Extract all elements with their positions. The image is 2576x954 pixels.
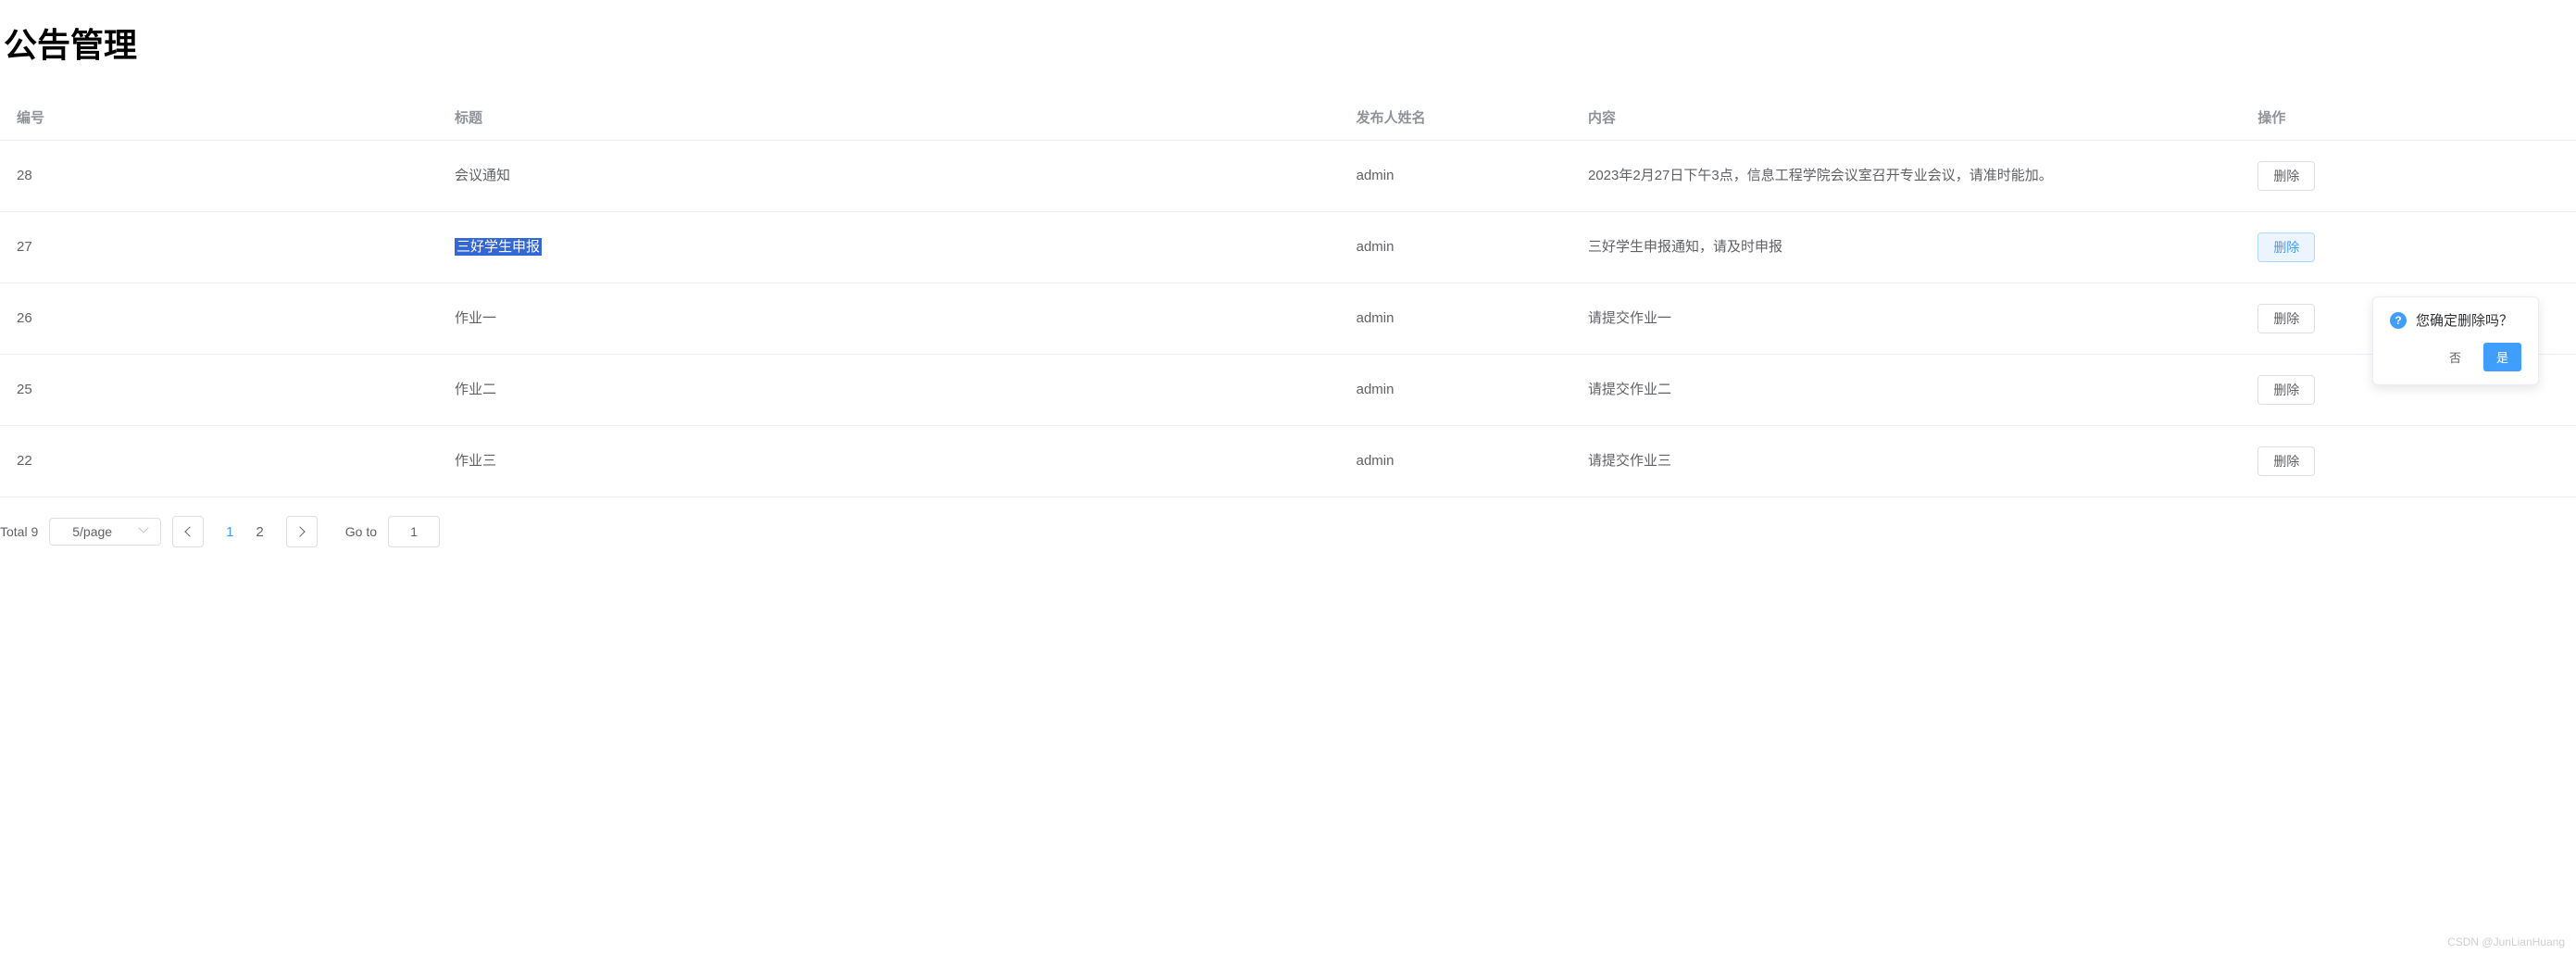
table-row: 22作业三admin请提交作业三删除 [0, 426, 2576, 497]
cell-publisher: admin [1340, 212, 1571, 283]
cell-title: 作业三 [438, 426, 1340, 497]
cell-content: 三好学生申报通知，请及时申报 [1571, 212, 2241, 283]
page-number-1[interactable]: 1 [215, 524, 244, 540]
pagination-bar: Total 9 5/page 12 Go to [0, 497, 2576, 566]
cell-id: 26 [0, 283, 438, 355]
cell-publisher: admin [1340, 426, 1571, 497]
goto-label: Go to [345, 524, 377, 539]
page-size-label: 5/page [72, 524, 112, 539]
cell-title: 作业一 [438, 283, 1340, 355]
column-header-publisher: 发布人姓名 [1340, 94, 1571, 141]
announcement-table: 编号 标题 发布人姓名 内容 操作 28会议通知admin2023年2月27日下… [0, 94, 2576, 497]
watermark: CSDN @JunLianHuang [2447, 935, 2565, 948]
column-header-content: 内容 [1571, 94, 2241, 141]
cell-action: 删除 [2241, 212, 2576, 283]
pagination-total: Total 9 [0, 524, 38, 539]
goto-page-input[interactable] [388, 516, 440, 547]
cell-title: 三好学生申报 [438, 212, 1340, 283]
column-header-title: 标题 [438, 94, 1340, 141]
table-row: 28会议通知admin2023年2月27日下午3点，信息工程学院会议室召开专业会… [0, 141, 2576, 212]
confirm-message: 您确定删除吗？ [2416, 310, 2513, 330]
cell-id: 28 [0, 141, 438, 212]
cell-publisher: admin [1340, 141, 1571, 212]
cell-action: 删除 [2241, 141, 2576, 212]
column-header-action: 操作 [2241, 94, 2576, 141]
prev-page-button[interactable] [172, 516, 204, 547]
confirm-no-button[interactable]: 否 [2436, 343, 2474, 371]
chevron-left-icon [184, 526, 194, 536]
table-row: 27三好学生申报admin三好学生申报通知，请及时申报删除 [0, 212, 2576, 283]
cell-publisher: admin [1340, 355, 1571, 426]
cell-id: 22 [0, 426, 438, 497]
cell-content: 请提交作业一 [1571, 283, 2241, 355]
chevron-right-icon [295, 526, 306, 536]
delete-confirm-popover: ? 您确定删除吗？ 否 是 [2372, 296, 2539, 385]
delete-button[interactable]: 删除 [2257, 446, 2315, 476]
cell-content: 请提交作业二 [1571, 355, 2241, 426]
delete-button[interactable]: 删除 [2257, 232, 2315, 262]
column-header-id: 编号 [0, 94, 438, 141]
cell-id: 27 [0, 212, 438, 283]
table-header-row: 编号 标题 发布人姓名 内容 操作 [0, 94, 2576, 141]
delete-button[interactable]: 删除 [2257, 375, 2315, 405]
cell-title: 作业二 [438, 355, 1340, 426]
chevron-down-icon [140, 526, 151, 537]
cell-content: 请提交作业三 [1571, 426, 2241, 497]
page-size-select[interactable]: 5/page [49, 518, 161, 546]
cell-publisher: admin [1340, 283, 1571, 355]
page-title: 公告管理 [0, 0, 2576, 94]
cell-content: 2023年2月27日下午3点，信息工程学院会议室召开专业会议，请准时能加。 [1571, 141, 2241, 212]
cell-title: 会议通知 [438, 141, 1340, 212]
delete-button[interactable]: 删除 [2257, 161, 2315, 191]
cell-action: 删除 [2241, 426, 2576, 497]
table-row: 26作业一admin请提交作业一删除 [0, 283, 2576, 355]
delete-button[interactable]: 删除 [2257, 304, 2315, 333]
cell-id: 25 [0, 355, 438, 426]
question-icon: ? [2390, 312, 2407, 329]
next-page-button[interactable] [286, 516, 318, 547]
confirm-yes-button[interactable]: 是 [2483, 343, 2521, 371]
table-row: 25作业二admin请提交作业二删除 [0, 355, 2576, 426]
page-number-2[interactable]: 2 [244, 524, 274, 540]
